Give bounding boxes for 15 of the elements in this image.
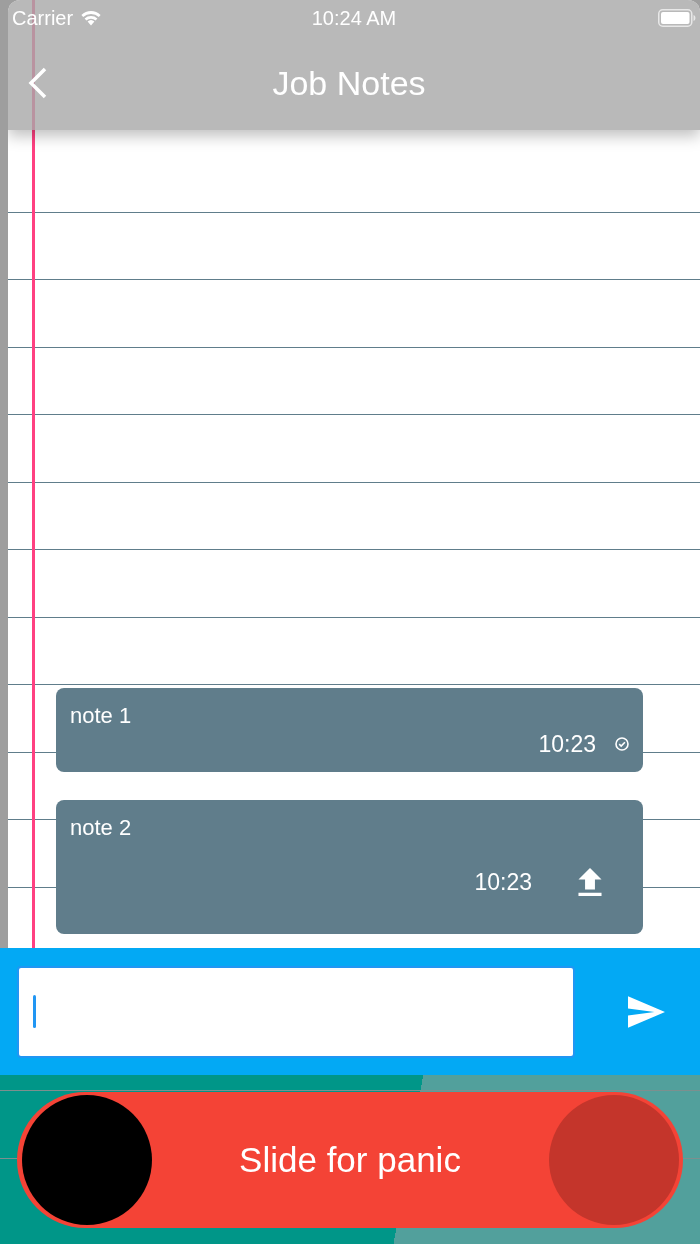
- note-time: 10:23: [538, 732, 596, 756]
- carrier-label: Carrier: [12, 6, 74, 30]
- text-cursor: [33, 995, 36, 1028]
- note-text: note 2: [70, 814, 133, 842]
- status-time: 10:24 AM: [311, 6, 397, 30]
- slider-label: Slide for panic: [239, 1140, 461, 1180]
- battery-icon: [658, 9, 696, 27]
- slider-thumb[interactable]: [22, 1095, 152, 1225]
- chevron-left-icon: [28, 67, 48, 99]
- note-time: 10:23: [474, 870, 532, 894]
- panic-slider[interactable]: Slide for panic: [17, 1092, 683, 1228]
- page-title: Job Notes: [272, 63, 426, 103]
- message-input[interactable]: [17, 965, 575, 1058]
- send-icon: [627, 995, 665, 1028]
- note-text: note 1: [70, 702, 133, 730]
